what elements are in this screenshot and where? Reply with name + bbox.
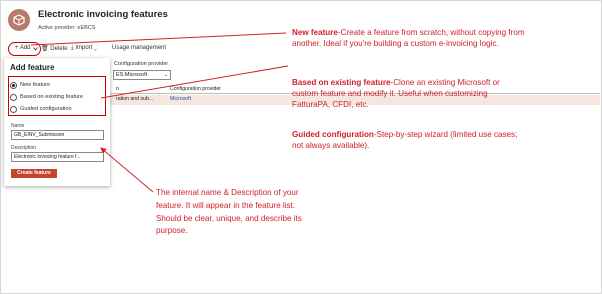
annotation-title: Based on existing feature (292, 78, 391, 87)
chevron-down-icon (33, 47, 38, 51)
chevron-down-icon: ⌄ (163, 72, 168, 78)
annotation-name-description: The internal name & Description of your … (156, 188, 302, 236)
add-button[interactable]: + Add (8, 42, 41, 56)
configuration-provider-select[interactable]: ES:Microsoft ⌄ (113, 70, 171, 80)
annotation-based-on-existing: Based on existing feature-Clone an exist… (292, 77, 524, 111)
trash-icon: 🗑 (41, 46, 49, 52)
annotation-guided-configuration: Guided configuration-Step-by-step wizard… (292, 129, 528, 151)
create-feature-button[interactable]: Create feature (11, 169, 57, 178)
import-button[interactable]: ⤓ Import ⌄ (71, 45, 97, 52)
add-button-label: + Add (15, 45, 31, 51)
import-button-label: Import (75, 45, 93, 51)
annotation-title: Guided configuration (292, 130, 374, 139)
column-header: Configuration provider (170, 86, 222, 92)
download-icon: ⤓ (71, 45, 74, 51)
option-label: Based on existing feature (20, 94, 84, 100)
description-field[interactable]: Electronic invoicing feature f... (11, 152, 104, 162)
configuration-provider-value: ES:Microsoft (116, 72, 148, 78)
active-provider-text: Active provider: eEBCS (38, 25, 96, 31)
add-feature-panel: Add feature New feature Based on existin… (4, 58, 110, 186)
usage-management-button[interactable]: Usage management (112, 45, 166, 51)
radio-icon[interactable] (10, 106, 17, 113)
annotation-title: New feature (292, 28, 338, 37)
page-title: Electronic invoicing features (38, 9, 168, 20)
name-field[interactable]: GB_EINV_Submission (11, 130, 104, 140)
radio-icon[interactable] (10, 94, 17, 101)
option-label: New feature (20, 82, 51, 88)
table-cell-link[interactable]: Microsoft (170, 96, 191, 102)
column-header: n (116, 86, 119, 92)
delete-button[interactable]: 🗑 Delete (41, 45, 68, 52)
radio-selected-icon[interactable] (10, 82, 17, 89)
option-label: Guided configuration (20, 106, 72, 112)
panel-title: Add feature (10, 63, 55, 72)
delete-button-label: Delete (50, 46, 68, 52)
app-icon (8, 9, 30, 31)
chevron-down-icon: ⌄ (94, 45, 97, 51)
name-label: Name (11, 123, 25, 129)
configuration-provider-filter-label: Configuration provider (114, 61, 169, 67)
annotation-new-feature: New feature-Create a feature from scratc… (292, 27, 532, 49)
table-cell: ration and sub... (116, 96, 154, 102)
description-label: Description (11, 145, 37, 151)
